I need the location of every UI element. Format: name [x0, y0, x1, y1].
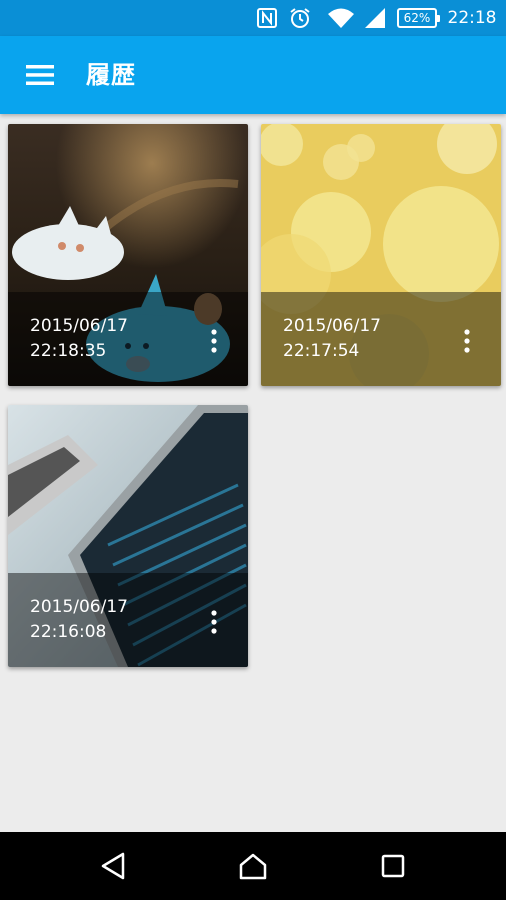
more-vert-icon: [211, 610, 217, 634]
hamburger-menu-icon: [26, 65, 54, 85]
history-date: 2015/06/17: [283, 316, 381, 336]
card-caption: 2015/06/17 22:16:08: [8, 573, 248, 667]
history-time: 22:16:08: [30, 622, 107, 642]
status-time: 22:18: [447, 8, 497, 28]
home-button[interactable]: [213, 832, 293, 900]
navigation-bar: [0, 832, 506, 900]
more-vert-icon: [464, 329, 470, 353]
alarm-icon: [287, 0, 313, 36]
history-grid: 2015/06/17 22:18:35 2015/06/17 22:17:54 …: [0, 114, 506, 832]
history-card[interactable]: 2015/06/17 22:18:35: [8, 124, 248, 386]
more-vert-icon: [211, 329, 217, 353]
history-card[interactable]: 2015/06/17 22:16:08: [8, 405, 248, 667]
status-bar: 62% 22:18: [0, 0, 506, 36]
app-bar: 履歴: [0, 36, 506, 114]
card-caption: 2015/06/17 22:17:54: [261, 292, 501, 386]
back-button[interactable]: [73, 832, 153, 900]
history-time: 22:18:35: [30, 341, 107, 361]
battery-indicator: 62%: [396, 0, 440, 36]
more-options-button[interactable]: [200, 605, 228, 639]
history-date: 2015/06/17: [30, 597, 128, 617]
more-options-button[interactable]: [453, 324, 481, 358]
recents-button[interactable]: [353, 832, 433, 900]
signal-icon: [362, 0, 388, 36]
hamburger-menu-button[interactable]: [12, 53, 68, 97]
back-triangle-icon: [101, 852, 125, 880]
nfc-icon: [254, 0, 280, 36]
wifi-icon: [326, 0, 356, 36]
battery-level: 62%: [403, 11, 431, 25]
more-options-button[interactable]: [200, 324, 228, 358]
history-time: 22:17:54: [283, 341, 360, 361]
home-icon: [239, 853, 267, 880]
card-caption: 2015/06/17 22:18:35: [8, 292, 248, 386]
recents-square-icon: [381, 854, 405, 878]
history-date: 2015/06/17: [30, 316, 128, 336]
history-card[interactable]: 2015/06/17 22:17:54: [261, 124, 501, 386]
page-title: 履歴: [86, 61, 136, 89]
